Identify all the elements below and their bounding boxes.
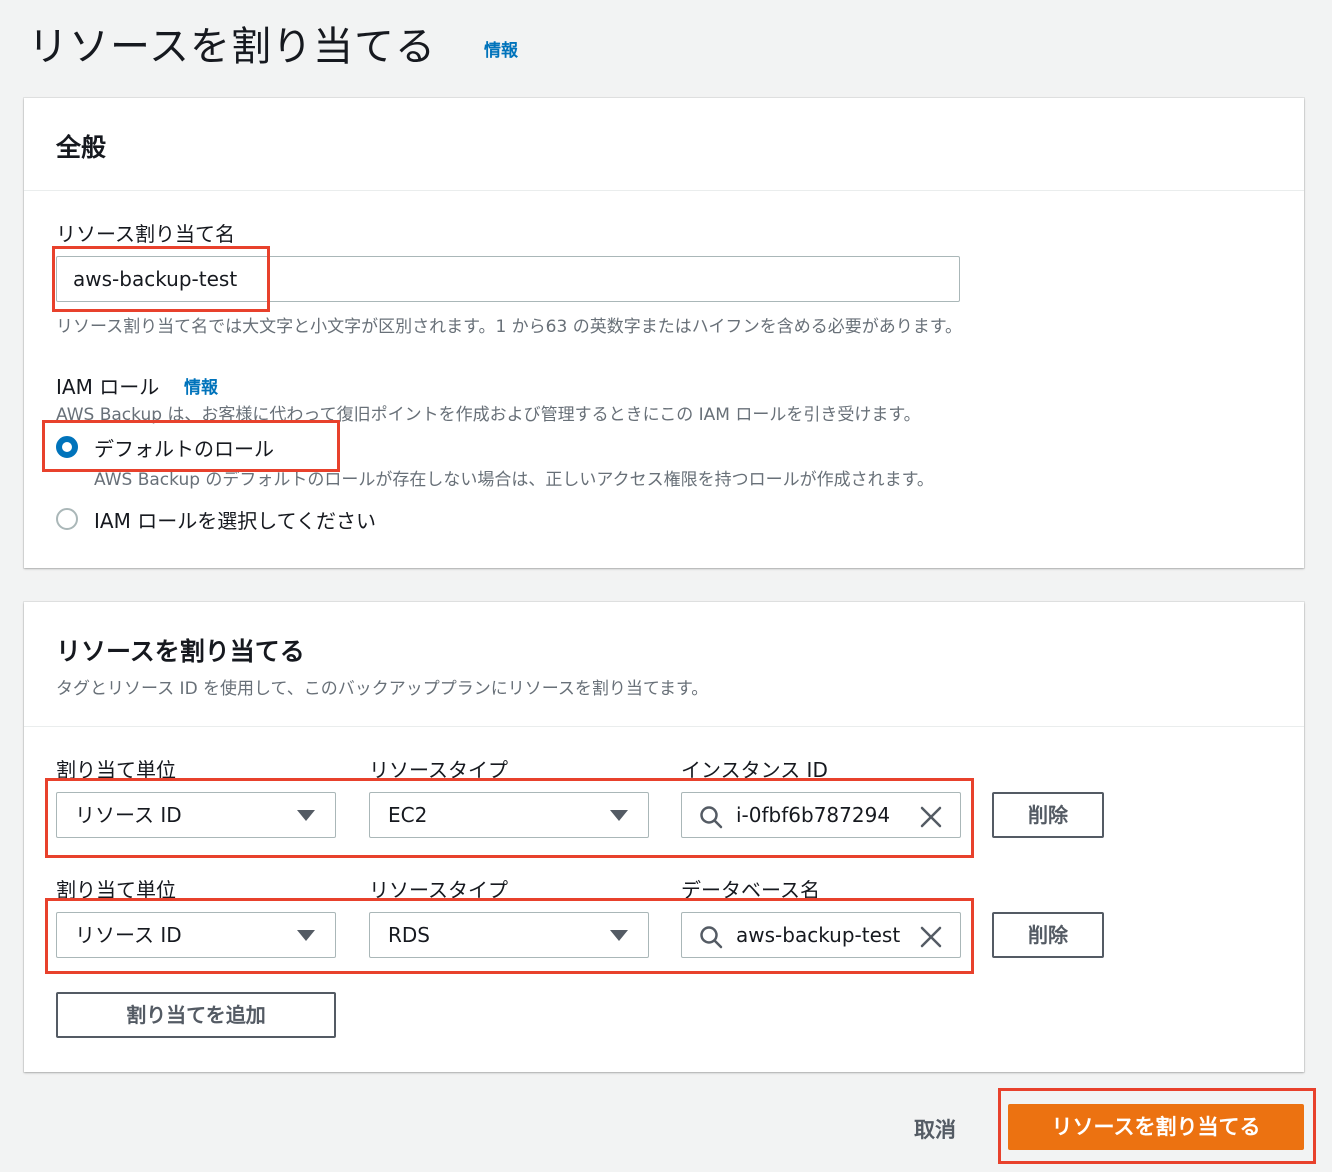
iam-label: IAM ロール (56, 375, 160, 399)
highlight-box (45, 898, 974, 974)
page-title: リソースを割り当てる (28, 24, 436, 70)
title-info-link[interactable]: 情報 (484, 36, 518, 61)
general-divider (24, 190, 1304, 191)
cancel-button[interactable]: 取消 (914, 1114, 956, 1144)
assign-desc: タグとリソース ID を使用して、このバックアッププランにリソースを割り当てます… (56, 679, 709, 699)
highlight-box (998, 1088, 1316, 1164)
radio-select-role[interactable] (56, 508, 78, 530)
general-heading: 全般 (56, 133, 107, 162)
row1-remove-button[interactable]: 削除 (992, 792, 1104, 838)
row2-remove-button[interactable]: 削除 (992, 912, 1104, 958)
highlight-box (42, 420, 340, 472)
highlight-box (52, 246, 270, 312)
highlight-box (45, 778, 974, 858)
name-label: リソース割り当て名 (56, 222, 235, 246)
iam-info-link[interactable]: 情報 (184, 373, 218, 398)
add-assignment-button[interactable]: 割り当てを追加 (56, 992, 336, 1038)
name-hint: リソース割り当て名では大文字と小文字が区別されます。1 から63 の英数字または… (56, 317, 963, 337)
assign-heading: リソースを割り当てる (56, 637, 305, 666)
assign-divider (24, 726, 1304, 727)
general-panel: 全般 リソース割り当て名 aws-backup-test リソース割り当て名では… (24, 98, 1304, 568)
option-select-role-label: IAM ロールを選択してください (94, 509, 376, 533)
